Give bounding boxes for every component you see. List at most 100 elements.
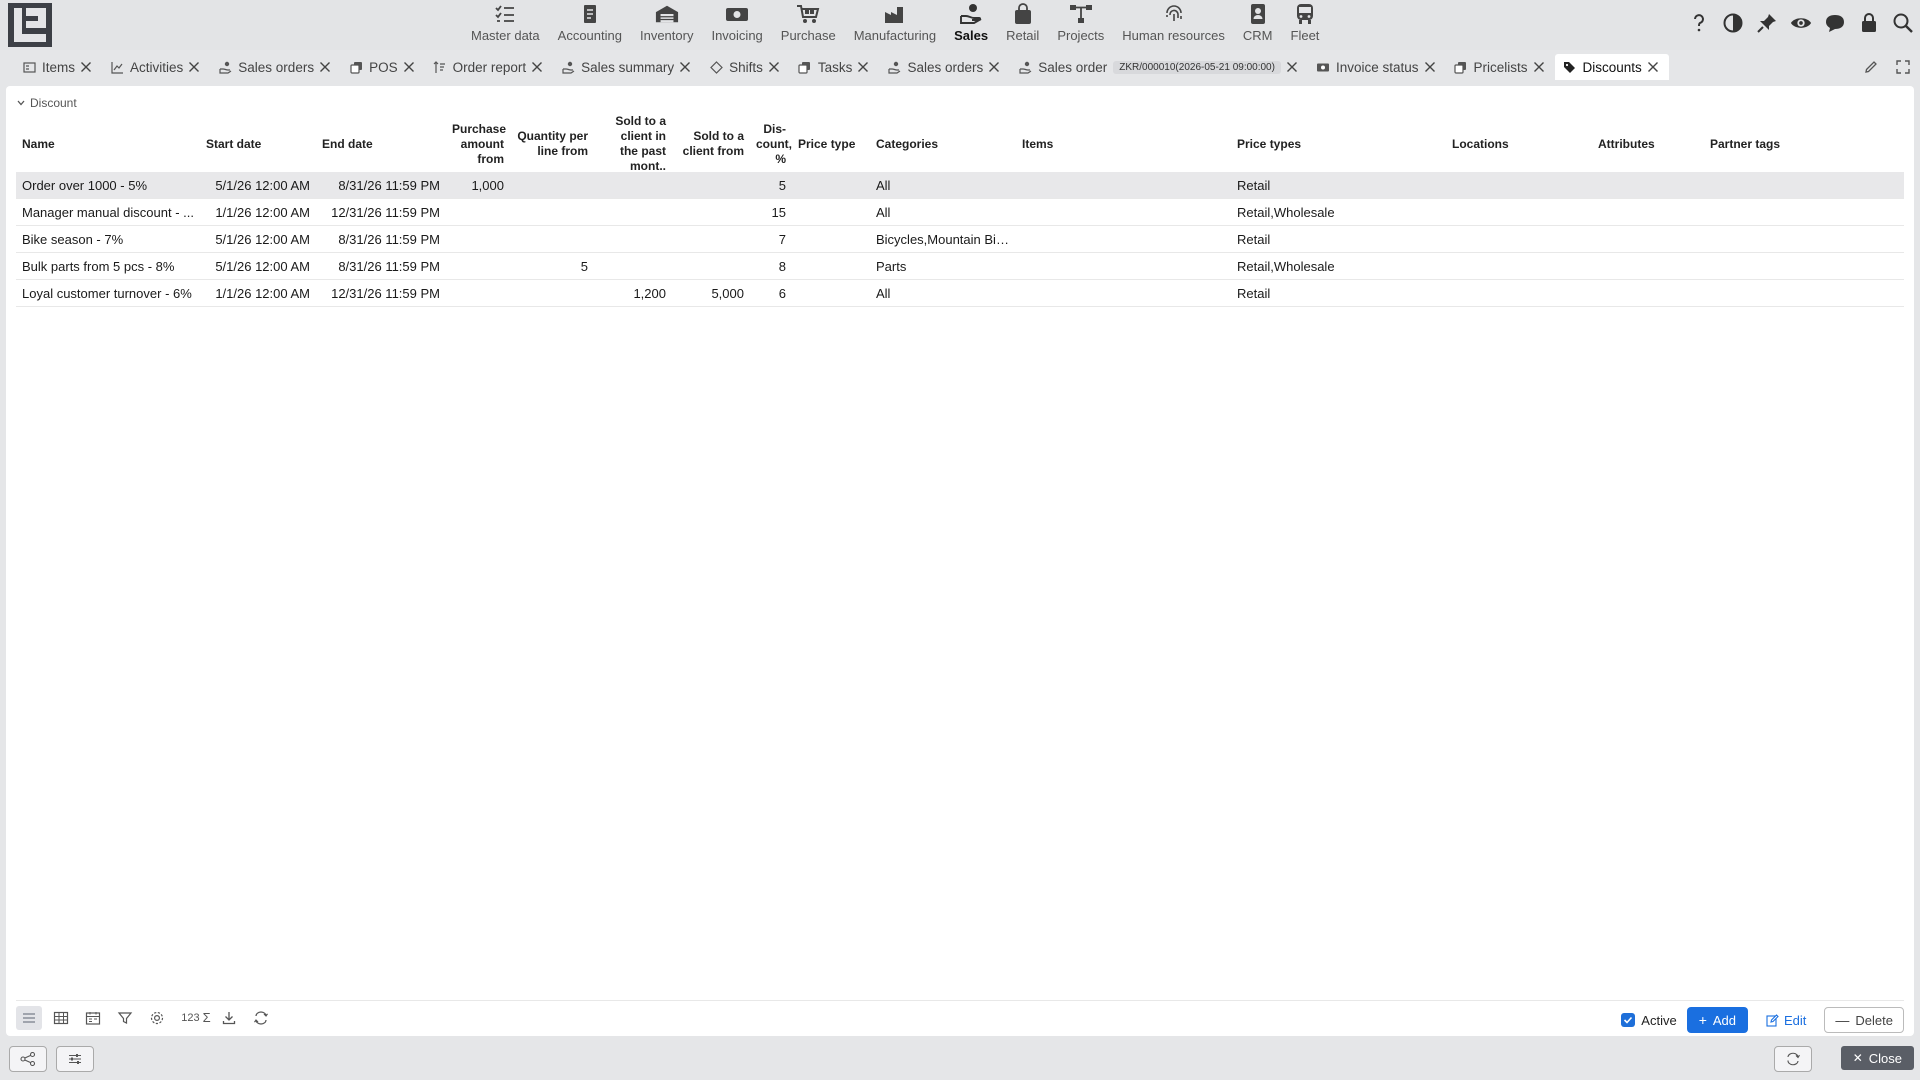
module-sales[interactable]: Sales [945,0,997,50]
col-header-purchase-amount[interactable]: Purchase amount from [446,122,510,167]
factory-icon [883,3,907,25]
pencil-icon[interactable] [1862,58,1880,76]
eye-icon[interactable] [1790,12,1812,34]
settings-gear-icon[interactable] [144,1006,170,1030]
close-icon[interactable] [79,60,93,74]
help-icon[interactable] [1688,12,1710,34]
table-row[interactable]: Order over 1000 - 5% 5/1/26 12:00 AM 8/31/… [16,172,1904,199]
table-row[interactable]: Loyal customer turnover - 6% 1/1/26 12:00… [16,280,1904,307]
contrast-icon[interactable] [1722,12,1744,34]
tab-shifts[interactable]: Shifts [701,54,790,80]
module-retail[interactable]: Retail [997,0,1048,50]
col-header-name[interactable]: Name [16,137,200,152]
tab-sales-orders[interactable]: Sales orders [210,54,341,80]
tab-tasks[interactable]: Tasks [790,54,880,80]
close-icon[interactable] [187,60,201,74]
checkbox-checked-icon[interactable] [1621,1013,1636,1027]
chat-icon[interactable] [1824,12,1846,34]
col-header-locations[interactable]: Locations [1446,137,1592,152]
copy-icon [798,60,812,74]
close-icon[interactable] [1423,60,1437,74]
module-fleet[interactable]: Fleet [1282,0,1329,50]
top-right-tools [1688,12,1914,34]
close-icon[interactable] [987,60,1001,74]
tab-sales-summary[interactable]: Sales summary [553,54,701,80]
close-button[interactable]: ✕ Close [1840,1046,1914,1070]
project-tree-icon [1069,3,1093,25]
tab-sales-orders[interactable]: Sales orders [879,54,1010,80]
col-header-attributes[interactable]: Attributes [1592,137,1704,152]
col-header-categories[interactable]: Categories [870,137,1016,152]
tab-discounts[interactable]: Discounts [1554,54,1669,80]
discount-section-toggle[interactable]: Discount [16,96,77,110]
search-icon[interactable] [1892,12,1914,34]
col-header-sold-past-month[interactable]: Sold to a client in the past mont.. [594,114,672,174]
close-icon[interactable] [1646,60,1660,74]
edit-button[interactable]: Edit [1758,1007,1814,1033]
module-human-resources[interactable]: Human resources [1113,0,1234,50]
tab-sales-order[interactable]: Sales order ZKR/000010(2026-05-21 09:00:0… [1010,54,1308,80]
module-accounting[interactable]: Accounting [549,0,631,50]
delete-button[interactable]: — Delete [1824,1007,1904,1033]
module-label: Fleet [1290,28,1320,43]
reload-button[interactable] [1774,1046,1812,1072]
module-manufacturing[interactable]: Manufacturing [845,0,945,50]
close-icon[interactable] [767,60,781,74]
fingerprint-icon [1162,3,1186,25]
module-invoicing[interactable]: Invoicing [702,0,771,50]
module-projects[interactable]: Projects [1048,0,1113,50]
filter-icon[interactable] [112,1006,138,1030]
tab-activities[interactable]: Activities [102,54,210,80]
module-master-data[interactable]: Master data [462,0,549,50]
cell-ptypes: Retail,Wholesale [1237,258,1335,274]
tab-pricelists[interactable]: Pricelists [1446,54,1555,80]
adjust-button[interactable] [56,1046,94,1072]
tab-order-report[interactable]: Order report [425,54,554,80]
cell-start: 5/1/26 12:00 AM [215,177,310,193]
pin-icon[interactable] [1756,12,1778,34]
close-icon[interactable] [530,60,544,74]
module-crm[interactable]: CRM [1234,0,1282,50]
hand-coin-icon [561,60,575,74]
col-header-partner-tags[interactable]: Partner tags [1704,137,1824,152]
close-icon[interactable] [678,60,692,74]
close-icon[interactable] [318,60,332,74]
table-row[interactable]: Bulk parts from 5 pcs - 8% 5/1/26 12:00 A… [16,253,1904,280]
active-filter-checkbox[interactable]: Active [1621,1013,1677,1028]
refresh-cycle-icon[interactable] [248,1006,274,1030]
tab-pos[interactable]: POS [341,54,425,80]
col-header-price-type[interactable]: Price type [792,137,870,152]
fullscreen-icon[interactable] [1894,58,1912,76]
col-header-start-date[interactable]: Start date [200,137,316,152]
module-inventory[interactable]: Inventory [631,0,702,50]
cell-ptypes: Retail [1237,285,1271,301]
share-button[interactable] [9,1046,47,1072]
app-logo[interactable] [8,3,52,47]
col-header-price-types[interactable]: Price types [1231,137,1446,152]
add-button-label: Add [1712,1012,1737,1028]
lock-icon[interactable] [1858,12,1880,34]
close-icon[interactable] [1285,60,1299,74]
table-row[interactable]: Manager manual discount - ... 1/1/26 12:0… [16,199,1904,226]
close-icon[interactable] [402,60,416,74]
close-icon[interactable] [856,60,870,74]
list-view-icon[interactable] [16,1005,42,1030]
tab-invoice-status[interactable]: Invoice status [1308,54,1446,80]
col-header-quantity-per-line[interactable]: Quantity per line from [510,129,594,159]
module-label: Purchase [780,28,836,43]
cell-name: Bike season - 7% [22,231,124,247]
tab-label: Sales orders [238,59,315,75]
add-button[interactable]: + Add [1686,1007,1749,1033]
module-purchase[interactable]: Purchase [772,0,845,50]
calendar-view-icon[interactable] [80,1006,106,1030]
col-header-items[interactable]: Items [1016,137,1231,152]
summary-toggle[interactable]: 123 Σ [176,1010,216,1025]
col-header-discount[interactable]: Dis-count, % [750,122,792,167]
col-header-sold-client-from[interactable]: Sold to a client from [672,129,750,159]
col-header-end-date[interactable]: End date [316,137,446,152]
table-row[interactable]: Bike season - 7% 5/1/26 12:00 AM 8/31/26 1… [16,226,1904,253]
download-icon[interactable] [216,1006,242,1030]
close-icon[interactable] [1532,60,1546,74]
grid-view-icon[interactable] [48,1006,74,1030]
tab-items[interactable]: Items [14,54,102,80]
